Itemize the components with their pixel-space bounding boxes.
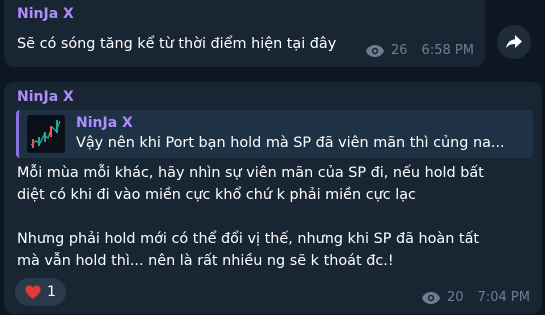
message-text-line: Nhưng phải hold mới có thể đổi vị thế, n…	[17, 231, 480, 247]
forward-button[interactable]	[497, 25, 531, 59]
reply-sender: NinJa X	[76, 115, 133, 131]
heart-icon	[25, 285, 41, 299]
message-time: 6:58 PM	[421, 43, 474, 58]
message-text-line: mà vẫn hold thì... nên là rất nhiều ng s…	[17, 253, 394, 269]
message-meta: 20 7:04 PM	[421, 290, 530, 305]
reply-preview[interactable]: NinJa X Vậy nên khi Port bạn hold mà SP …	[16, 110, 533, 158]
message-text: Sẽ có sóng tăng kể từ thời điểm hiện tại…	[17, 36, 337, 52]
message-text-line: diệt có khi đi vào miền cực khổ chứ k ph…	[17, 187, 416, 203]
message-sender[interactable]: NinJa X	[17, 6, 74, 22]
message-text-line: Mỗi mùa mỗi khác, hãy nhìn sự viên mãn c…	[17, 165, 484, 181]
eye-icon	[422, 291, 440, 304]
reaction-chip[interactable]: 1	[15, 278, 66, 306]
message-bubble[interactable]: NinJa X NinJa X Vậy nên khi Port bạn hol…	[4, 82, 542, 314]
message-bubble[interactable]: NinJa X Sẽ có sóng tăng kể từ thời điểm …	[4, 0, 485, 67]
message-meta: 26 6:58 PM	[365, 43, 474, 58]
message-time: 7:04 PM	[477, 290, 530, 305]
reply-text: Vậy nên khi Port bạn hold mà SP đã viên …	[76, 135, 505, 151]
view-count: 26	[391, 43, 408, 58]
chart-thumbnail-icon	[27, 115, 65, 153]
reaction-count: 1	[47, 284, 56, 300]
reply-thumbnail	[27, 115, 65, 153]
message-sender[interactable]: NinJa X	[17, 89, 74, 105]
view-count: 20	[447, 290, 464, 305]
eye-icon	[366, 44, 384, 57]
forward-icon	[506, 35, 522, 49]
